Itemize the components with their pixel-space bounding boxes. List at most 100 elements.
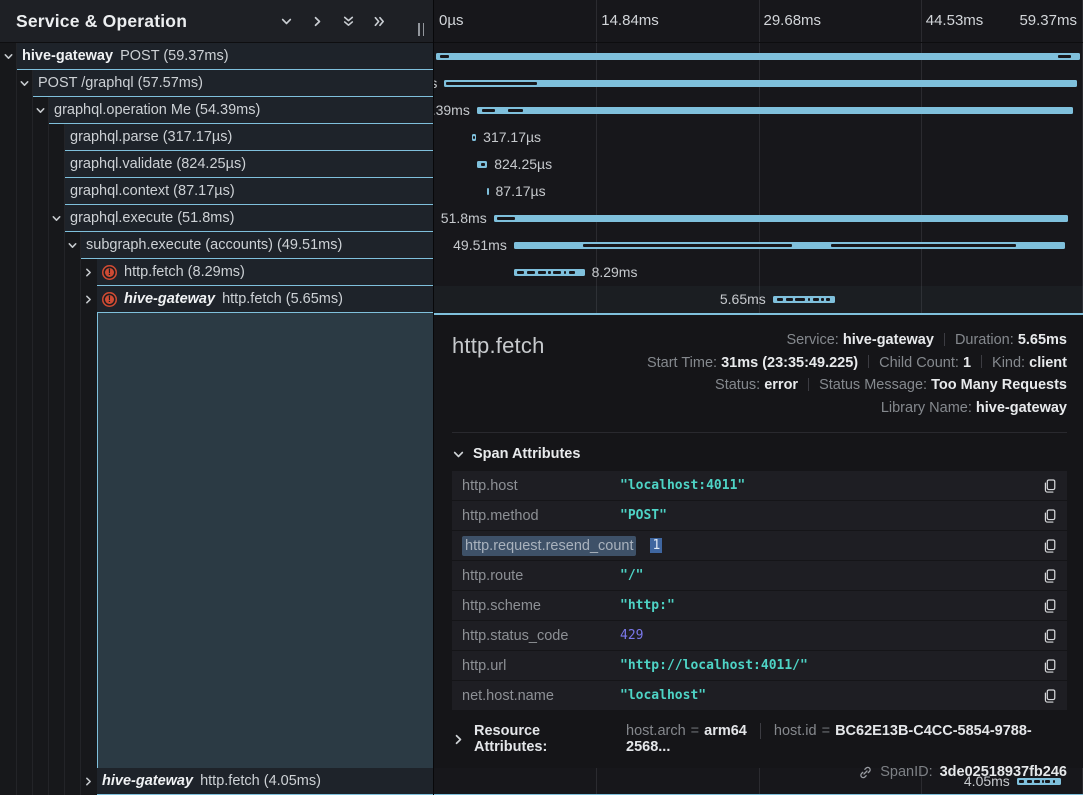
span-row-label[interactable]: graphql.execute (51.8ms) (65, 205, 433, 232)
expander-chevron-down-icon[interactable] (0, 43, 17, 70)
child-span-mark (569, 271, 575, 273)
operation-name: POST /graphql (57.57ms) (38, 75, 203, 91)
meta-value: 31ms (23:35:49.225) (721, 355, 858, 371)
expander-chevron-right-icon[interactable] (80, 286, 97, 313)
indent-spacer (0, 124, 48, 151)
timeline-panel: 0µs14.84ms29.68ms44.53ms59.37ms 57.57ms5… (433, 0, 1083, 795)
span-tree-row[interactable]: hive-gatewayhttp.fetch (4.05ms) (0, 768, 433, 795)
child-span-mark (786, 298, 793, 300)
expander-chevron-right-icon[interactable] (80, 259, 97, 286)
span-tree-row[interactable]: graphql.context (87.17µs) (0, 178, 433, 205)
selected-span-expanded-area (97, 313, 433, 768)
expander-chevron-down-icon[interactable] (48, 205, 65, 232)
span-bar[interactable] (514, 242, 1066, 249)
span-row-label[interactable]: POST /graphql (57.57ms) (33, 70, 433, 97)
panel-resize-handle[interactable] (415, 20, 427, 39)
tick-label: 44.53ms (926, 0, 984, 42)
child-span-mark (538, 271, 546, 273)
span-tree-row[interactable]: hive-gatewayPOST (59.37ms) (0, 43, 433, 70)
span-tree-row[interactable]: graphql.parse (317.17µs) (0, 124, 433, 151)
chevrons-down-icon[interactable] (336, 9, 360, 33)
copy-icon[interactable] (1035, 478, 1057, 494)
span-row-label[interactable]: graphql.operation Me (54.39ms) (49, 97, 433, 124)
duration-label: 8.29ms (592, 259, 638, 286)
operation-name: graphql.operation Me (54.39ms) (54, 102, 260, 118)
copy-icon[interactable] (1035, 568, 1057, 584)
expander-chevron-down-icon[interactable] (32, 97, 49, 124)
meta-separator (944, 333, 945, 346)
duration-label: 57.57ms (433, 70, 437, 97)
span-row-label[interactable]: hive-gatewayPOST (59.37ms) (17, 43, 433, 70)
expander-chevron-down-icon[interactable] (64, 232, 81, 259)
span-title: http.fetch (452, 329, 545, 359)
waterfall-lane: 57.57ms (434, 70, 1083, 97)
span-tree-row[interactable]: subgraph.execute (accounts) (49.51ms) (0, 232, 433, 259)
copy-icon[interactable] (1035, 688, 1057, 704)
span-tree-row[interactable]: graphql.operation Me (54.39ms) (0, 97, 433, 124)
child-span-mark (1058, 55, 1070, 57)
span-row-label[interactable]: graphql.context (87.17µs) (65, 178, 433, 205)
span-bar[interactable] (477, 107, 1073, 114)
span-attributes-toggle[interactable]: Span Attributes (452, 446, 1067, 462)
waterfall-lane: 49.51ms (434, 232, 1083, 259)
resource-separator (760, 723, 761, 739)
span-tree-row[interactable]: graphql.execute (51.8ms) (0, 205, 433, 232)
waterfall-lane: 5.65ms (434, 286, 1083, 313)
waterfall-lane: 824.25µs (434, 151, 1083, 178)
tree-header: Service & Operation (0, 0, 433, 43)
indent-spacer (0, 97, 32, 124)
copy-icon[interactable] (1035, 508, 1057, 524)
span-bar[interactable] (477, 161, 487, 168)
chevron-right-icon[interactable] (305, 9, 329, 33)
attribute-row: http.status_code429 (452, 621, 1067, 650)
span-tree-row[interactable]: !http.fetch (8.29ms) (0, 259, 433, 286)
span-bar[interactable] (487, 188, 489, 195)
tick-label: 0µs (439, 0, 464, 42)
copy-icon[interactable] (1035, 598, 1057, 614)
attribute-row: http.scheme"http:" (452, 591, 1067, 620)
copy-icon[interactable] (1035, 538, 1057, 554)
meta-value: hive-gateway (843, 332, 934, 348)
meta-label: Status: (715, 377, 764, 393)
span-bar[interactable] (494, 215, 1068, 222)
tick-label: 14.84ms (601, 0, 659, 42)
waterfall-lane: 54.39ms (434, 97, 1083, 124)
attribute-key: http.route (462, 568, 620, 584)
span-row-label[interactable]: graphql.parse (317.17µs) (65, 124, 433, 151)
child-span-mark (826, 298, 830, 300)
span-tree-row[interactable]: POST /graphql (57.57ms) (0, 70, 433, 97)
link-icon[interactable] (858, 765, 873, 780)
span-bar[interactable] (436, 53, 1080, 60)
attribute-key: http.host (462, 478, 620, 494)
expander-chevron-right-icon[interactable] (80, 768, 97, 795)
span-bar[interactable] (444, 80, 1076, 87)
attribute-value: "/" (620, 568, 643, 583)
copy-icon[interactable] (1035, 628, 1057, 644)
operation-name: graphql.parse (317.17µs) (70, 129, 232, 145)
span-row-label[interactable]: graphql.validate (824.25µs) (65, 151, 433, 178)
chevrons-right-icon[interactable] (367, 9, 391, 33)
span-row-label[interactable]: subgraph.execute (accounts) (49.51ms) (81, 232, 433, 259)
span-bar[interactable] (773, 296, 835, 303)
copy-icon[interactable] (1035, 658, 1057, 674)
attribute-row: http.route"/" (452, 561, 1067, 590)
chevron-down-icon[interactable] (274, 9, 298, 33)
span-id-label: SpanID: (880, 764, 932, 780)
meta-label: Child Count: (879, 355, 963, 371)
child-span-mark (795, 298, 804, 300)
span-bar[interactable] (514, 269, 585, 276)
indent-spacer (0, 70, 16, 97)
meta-value: 1 (963, 355, 971, 371)
child-span-mark (473, 136, 475, 138)
span-tree-row[interactable]: !hive-gatewayhttp.fetch (5.65ms) (0, 286, 433, 313)
attribute-value: "POST" (620, 508, 667, 523)
span-tree-row[interactable]: graphql.validate (824.25µs) (0, 151, 433, 178)
span-bar[interactable] (472, 134, 476, 141)
operation-name: http.fetch (5.65ms) (222, 291, 343, 307)
span-row-label[interactable]: !hive-gatewayhttp.fetch (5.65ms) (97, 286, 433, 313)
expander-chevron-down-icon[interactable] (16, 70, 33, 97)
span-row-label[interactable]: !http.fetch (8.29ms) (97, 259, 433, 286)
span-row-label[interactable]: hive-gatewayhttp.fetch (4.05ms) (97, 768, 433, 795)
resource-attributes-toggle[interactable]: Resource Attributes: host.arch=arm64host… (452, 723, 1067, 755)
meta-label: Kind: (992, 355, 1029, 371)
